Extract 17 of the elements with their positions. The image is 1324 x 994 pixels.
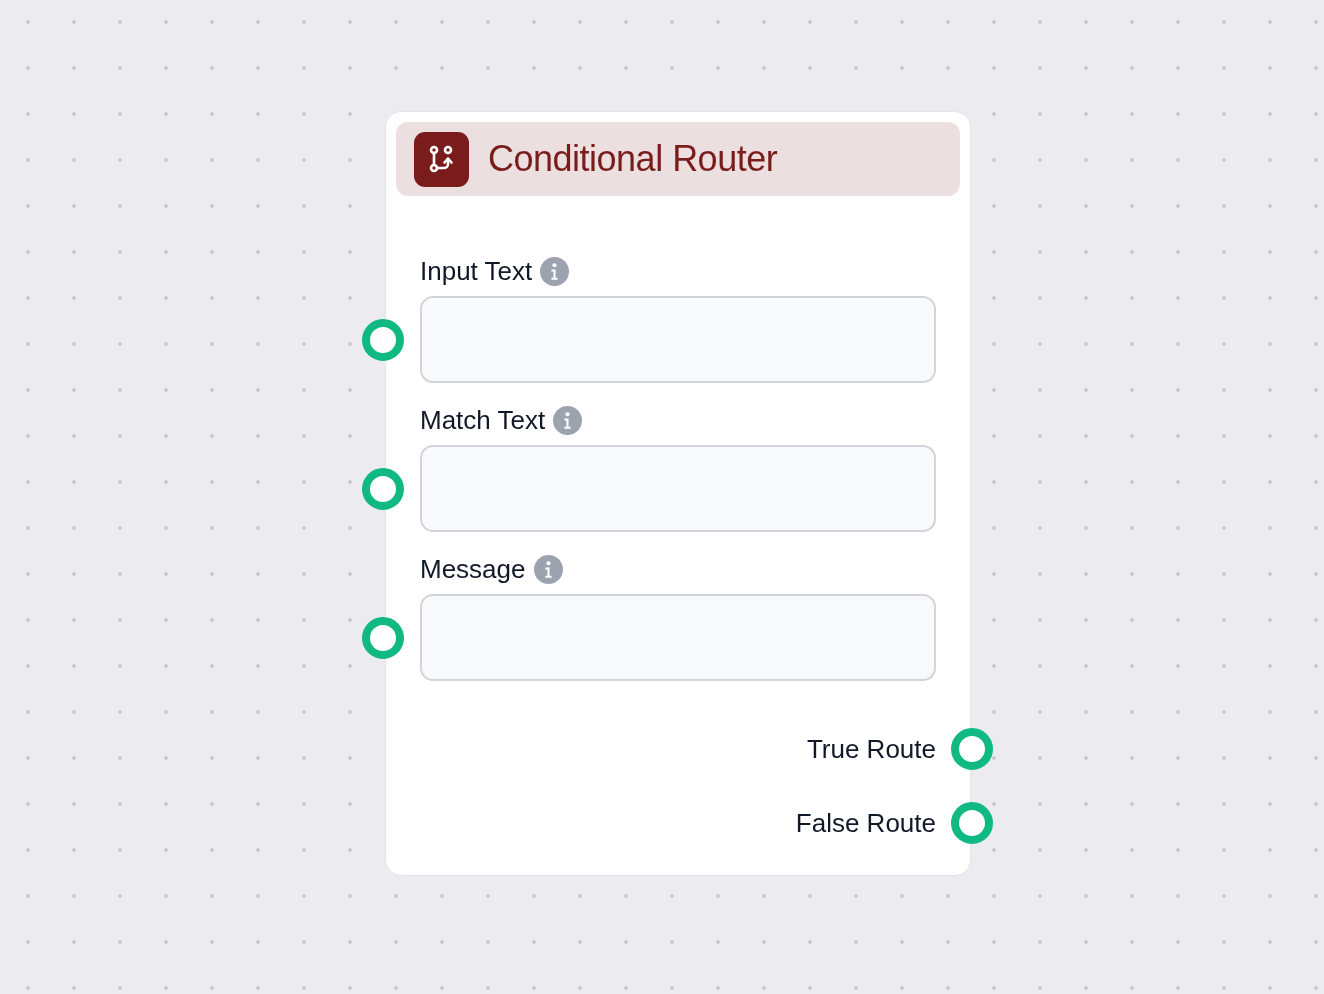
input-field[interactable] (420, 296, 936, 383)
field-label: Message (420, 553, 526, 585)
input-field[interactable] (420, 445, 936, 532)
field-label: Match Text (420, 404, 546, 436)
input-handle[interactable] (362, 318, 404, 361)
output-label: False Route (795, 807, 936, 839)
info-icon (553, 405, 583, 435)
input-handle[interactable] (362, 616, 404, 659)
info-icon (533, 554, 563, 584)
input-handle[interactable] (362, 467, 404, 510)
field-label: Input Text (420, 255, 533, 287)
input-field[interactable] (420, 594, 936, 681)
output-handle[interactable] (951, 802, 993, 844)
output-label: True Route (806, 733, 936, 765)
info-icon (540, 256, 570, 286)
node-title: Conditional Router (488, 138, 778, 180)
output-handle[interactable] (951, 728, 993, 770)
